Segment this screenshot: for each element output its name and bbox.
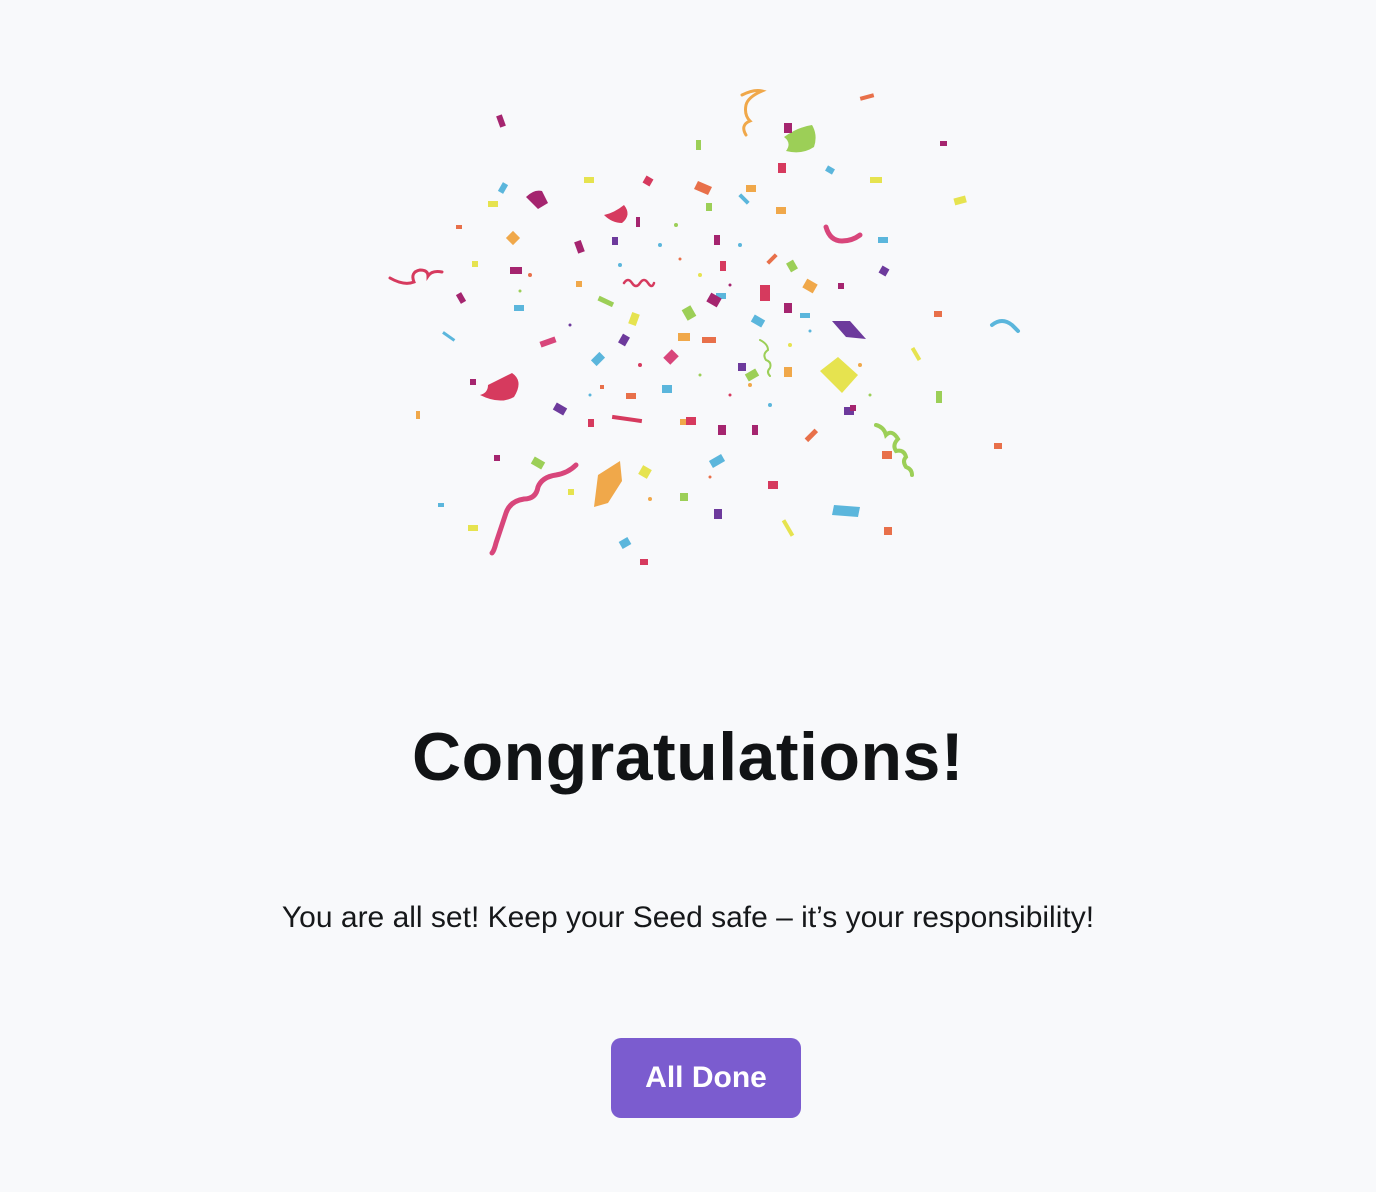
completion-screen: Congratulations! You are all set! Keep y…: [0, 0, 1376, 1192]
all-done-button[interactable]: All Done: [611, 1038, 801, 1118]
page-title: Congratulations!: [412, 719, 964, 795]
completion-message: You are all set! Keep your Seed safe – i…: [281, 901, 1095, 934]
confetti-illustration: [388, 89, 1020, 565]
